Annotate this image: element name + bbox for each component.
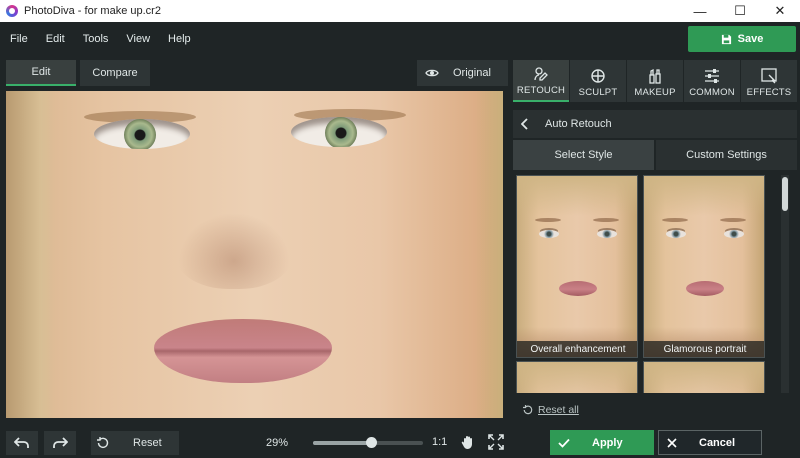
title-bar: PhotoDiva - for make up.cr2 — ☐ ✕	[0, 0, 800, 22]
tab-makeup-label: MAKEUP	[634, 87, 676, 98]
tab-common-label: COMMON	[689, 87, 735, 98]
redo-button[interactable]	[44, 431, 76, 455]
photo-canvas[interactable]	[6, 91, 503, 418]
zoom-slider-fill	[313, 441, 372, 445]
tab-common[interactable]: COMMON	[684, 60, 740, 102]
tab-effects[interactable]: EFFECTS	[741, 60, 797, 102]
thumb-brow	[720, 218, 746, 222]
tab-makeup[interactable]: MAKEUP	[627, 60, 683, 102]
menu-view[interactable]: View	[116, 33, 158, 45]
thumb-eye	[539, 230, 559, 238]
cancel-button[interactable]: Cancel	[658, 430, 762, 455]
style-thumbnail-glamorous-portrait[interactable]: Glamorous portrait	[643, 175, 765, 358]
tab-custom-settings[interactable]: Custom Settings	[656, 140, 797, 170]
thumb-hair	[517, 176, 637, 216]
eye-icon	[425, 69, 439, 77]
style-thumbnail-overall-enhancement[interactable]: Overall enhancement	[516, 175, 638, 358]
reset-label: Reset	[133, 437, 162, 449]
zoom-slider-handle[interactable]	[365, 437, 377, 448]
save-label: Save	[737, 33, 764, 45]
thumb-hair	[517, 362, 637, 393]
auto-retouch-header: Auto Retouch	[513, 110, 797, 138]
fit-screen-icon[interactable]	[488, 434, 504, 450]
styles-scrollbar[interactable]	[781, 175, 789, 393]
menu-file[interactable]: File	[0, 33, 36, 45]
undo-button[interactable]	[6, 431, 38, 455]
apply-label: Apply	[592, 436, 623, 449]
photo-right-iris	[325, 117, 357, 147]
style-caption: Glamorous portrait	[644, 341, 764, 357]
photo-nose	[174, 209, 294, 289]
thumb-hair	[644, 362, 764, 393]
effects-icon	[761, 68, 777, 84]
window-title: PhotoDiva - for make up.cr2	[24, 5, 161, 17]
makeup-icon	[649, 68, 661, 84]
tab-retouch-label: RETOUCH	[516, 85, 566, 96]
menu-edit[interactable]: Edit	[36, 33, 73, 45]
thumb-lips	[686, 281, 724, 296]
undo-icon	[14, 437, 29, 448]
tab-sculpt-label: SCULPT	[578, 87, 618, 98]
thumb-eye	[597, 230, 617, 238]
save-button[interactable]: Save	[688, 26, 796, 52]
auto-retouch-title: Auto Retouch	[545, 118, 612, 130]
redo-icon	[53, 437, 68, 448]
tab-edit[interactable]: Edit	[6, 60, 76, 86]
reset-all-link[interactable]: Reset all	[523, 404, 579, 416]
sliders-icon	[705, 69, 719, 83]
sculpt-icon	[591, 69, 605, 83]
photo-hair-right	[475, 91, 503, 418]
reset-all-label: Reset all	[538, 404, 579, 416]
tab-retouch[interactable]: RETOUCH	[513, 60, 569, 102]
tab-sculpt[interactable]: SCULPT	[570, 60, 626, 102]
thumb-brow	[535, 218, 561, 222]
reset-icon	[523, 405, 533, 415]
check-icon	[558, 438, 570, 448]
close-button[interactable]: ✕	[760, 0, 800, 22]
menu-bar: File Edit Tools View Help Save	[0, 22, 800, 56]
zoom-one-to-one-button[interactable]: 1:1	[432, 436, 447, 448]
zoom-level: 29%	[266, 437, 289, 449]
cancel-label: Cancel	[699, 436, 736, 449]
photodiva-logo-icon	[6, 5, 18, 17]
thumb-brow	[593, 218, 619, 222]
original-button[interactable]: Original	[417, 60, 508, 86]
thumb-lips	[559, 281, 597, 296]
maximize-button[interactable]: ☐	[720, 0, 760, 22]
window-controls: — ☐ ✕	[680, 0, 800, 22]
minimize-button[interactable]: —	[680, 0, 720, 22]
menu-help[interactable]: Help	[158, 33, 199, 45]
style-thumbnail-partial[interactable]	[516, 361, 638, 393]
photo-lips	[154, 319, 332, 383]
hand-tool-icon[interactable]	[460, 434, 476, 450]
photo-left-iris	[124, 119, 156, 149]
tab-select-style[interactable]: Select Style	[513, 140, 654, 170]
style-thumbnails: Overall enhancement Glamorous portrait	[516, 175, 778, 393]
close-icon	[667, 437, 677, 448]
tab-compare[interactable]: Compare	[80, 60, 150, 86]
styles-scrollbar-thumb[interactable]	[782, 177, 788, 211]
style-thumbnail-partial[interactable]	[643, 361, 765, 393]
floppy-disk-icon	[721, 34, 731, 44]
thumb-brow	[662, 218, 688, 222]
menu-tools[interactable]: Tools	[73, 33, 117, 45]
photo-hair-left	[6, 91, 56, 418]
apply-button[interactable]: Apply	[550, 430, 654, 455]
thumb-hair	[644, 176, 764, 216]
thumb-eye	[724, 230, 744, 238]
retouch-icon	[534, 67, 548, 81]
chevron-left-icon[interactable]	[521, 118, 529, 130]
photo-left-eye	[94, 119, 190, 149]
reset-button[interactable]: Reset	[91, 431, 179, 455]
photo-right-eye	[291, 117, 387, 147]
tab-effects-label: EFFECTS	[746, 87, 792, 98]
original-label: Original	[453, 67, 491, 79]
reset-icon	[97, 437, 109, 449]
thumb-eye	[666, 230, 686, 238]
style-caption: Overall enhancement	[517, 341, 637, 357]
